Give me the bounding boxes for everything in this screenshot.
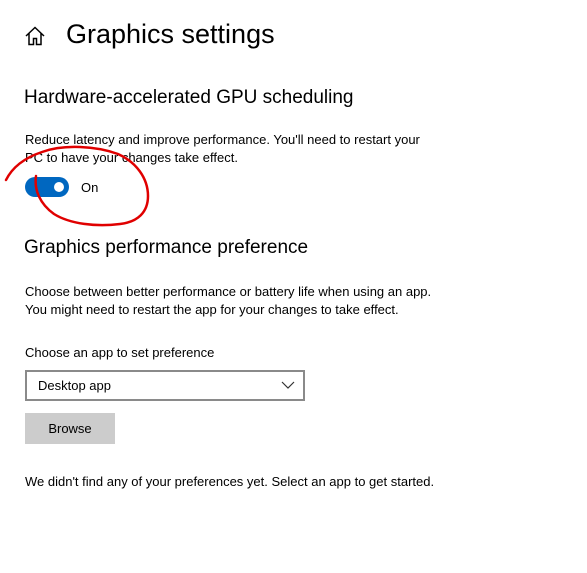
- gpu-scheduling-description-line2: PC to have your changes take effect.: [25, 150, 238, 165]
- page-title: Graphics settings: [66, 19, 275, 49]
- empty-preferences-message: We didn't find any of your preferences y…: [25, 474, 435, 489]
- toggle-state-label: On: [81, 180, 99, 195]
- gpu-scheduling-title: Hardware-accelerated GPU scheduling: [24, 87, 354, 108]
- graphics-settings-page: Graphics settings Hardware-accelerated G…: [0, 0, 587, 573]
- browse-button[interactable]: Browse: [25, 413, 115, 444]
- app-type-select[interactable]: Desktop app: [25, 370, 305, 401]
- gpu-scheduling-toggle[interactable]: [25, 177, 69, 197]
- app-type-select-value: Desktop app: [38, 378, 111, 393]
- gpu-scheduling-description-line1: Reduce latency and improve performance. …: [25, 132, 420, 147]
- home-icon[interactable]: [24, 25, 46, 47]
- app-select-label: Choose an app to set preference: [25, 345, 215, 360]
- performance-preference-title: Graphics performance preference: [24, 237, 309, 258]
- chevron-down-icon: [281, 381, 295, 389]
- performance-preference-description-line2: You might need to restart the app for yo…: [25, 302, 399, 317]
- performance-preference-description-line1: Choose between better performance or bat…: [25, 284, 432, 299]
- toggle-knob: [54, 182, 64, 192]
